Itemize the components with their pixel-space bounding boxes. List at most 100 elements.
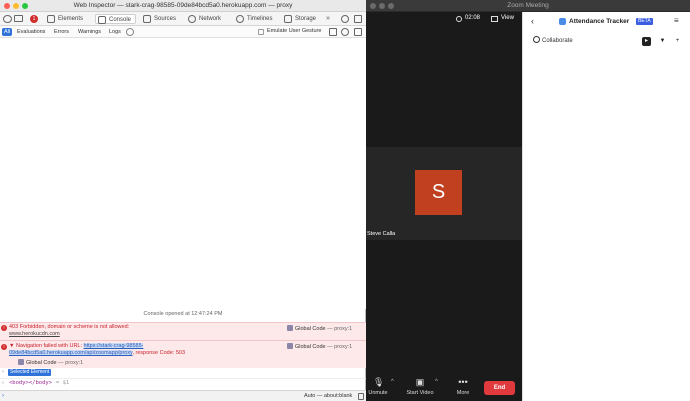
meeting-timer: 02:08 xyxy=(465,15,481,21)
source-location: — proxy:1 xyxy=(327,344,353,350)
global-code-icon xyxy=(287,343,293,349)
stack-frame[interactable]: Global Code — proxy:1 xyxy=(18,359,83,366)
collaborate-icon xyxy=(533,36,540,43)
console-input-bar[interactable]: › Auto — about:blank xyxy=(0,390,366,401)
error-icon: ! xyxy=(1,344,7,350)
start-video-label: Start Video xyxy=(406,390,434,396)
app-title: Attendance Tracker xyxy=(569,18,630,25)
camera-icon[interactable]: ▸ xyxy=(642,37,651,46)
video-options-caret-icon[interactable]: ^ xyxy=(435,379,438,385)
emulate-gesture-checkbox[interactable] xyxy=(258,29,264,35)
body-element[interactable]: <body></body> xyxy=(9,380,52,386)
error-url[interactable]: 09de84bcd5a0.herokuapp.com/api/zoomapp/p… xyxy=(9,350,133,356)
participant-avatar: S xyxy=(415,170,462,215)
filter-logs[interactable]: Logs xyxy=(107,28,123,36)
unmute-label: Unmute xyxy=(368,390,388,396)
tab-console[interactable]: Console xyxy=(95,14,137,24)
console-error-row: ! 403 Forbidden, domain or scheme is not… xyxy=(0,322,366,340)
filter-errors[interactable]: Errors xyxy=(52,28,71,36)
global-code-icon xyxy=(287,325,293,331)
start-video-button[interactable]: ▣ Start Video xyxy=(404,377,436,396)
save-log-icon[interactable] xyxy=(329,28,337,36)
add-user-icon[interactable]: + xyxy=(672,37,683,46)
tab-network[interactable]: Network xyxy=(188,14,221,24)
filter-evaluations[interactable]: Evaluations xyxy=(15,28,47,36)
console-output xyxy=(0,38,366,309)
error-source[interactable]: Global Code — proxy:1 xyxy=(287,325,352,332)
error-count-badge[interactable]: 1 xyxy=(30,15,38,23)
clear-console-icon[interactable] xyxy=(354,28,362,36)
storage-icon xyxy=(284,15,292,23)
zoom-window-title: Zoom Meeting xyxy=(507,2,549,9)
zoom-top-bar: 02:08 View xyxy=(366,12,522,28)
filter-options-icon[interactable] xyxy=(126,28,134,36)
filter-all[interactable]: All xyxy=(2,28,13,36)
microphone-muted-icon: 🎙 xyxy=(373,377,385,387)
more-dots-icon: ••• xyxy=(458,377,468,387)
end-meeting-button[interactable]: End xyxy=(484,381,515,395)
network-icon xyxy=(188,15,196,23)
beta-badge: BETA xyxy=(636,18,653,25)
execution-context-select[interactable]: Auto — about:blank xyxy=(304,393,352,399)
more-tabs-icon[interactable]: » xyxy=(326,15,330,22)
error-message: ▼ Navigation failed with URL: https://st… xyxy=(9,343,144,349)
layout-icon[interactable] xyxy=(354,15,362,23)
tab-timelines[interactable]: Timelines xyxy=(236,14,272,24)
chevron-right-icon: › xyxy=(2,369,4,375)
console-filter-bar: All Evaluations Errors Warnings Logs Emu… xyxy=(0,26,366,38)
sources-icon xyxy=(143,15,151,23)
source-label: Global Code xyxy=(295,326,326,332)
inspector-title-bar: Web Inspector — stark-crag-98585-09de84b… xyxy=(0,0,366,12)
element-picker-icon[interactable] xyxy=(3,15,12,23)
back-chevron-icon[interactable]: ‹ xyxy=(531,16,534,26)
error-icon: ! xyxy=(1,325,7,331)
console-opened-message: Console opened at 12:47:24 PM xyxy=(143,311,223,317)
audio-options-caret-icon[interactable]: ^ xyxy=(391,379,394,385)
app-logo-icon xyxy=(559,18,566,25)
collaborate-label: Collaborate xyxy=(542,38,573,44)
source-location: — proxy:1 xyxy=(327,326,353,332)
error-source[interactable]: Global Code — proxy:1 xyxy=(287,343,352,350)
global-code-icon xyxy=(18,359,24,365)
tab-label: Elements xyxy=(58,16,84,22)
inspector-title: Web Inspector — stark-crag-98585-09de84b… xyxy=(73,2,293,9)
console-result-row: ‹ <body></body> = $1 xyxy=(0,378,366,388)
selected-element-row: › Selected Element xyxy=(0,368,366,378)
settings-icon[interactable] xyxy=(341,15,349,23)
zoom-title-bar: Zoom Meeting xyxy=(366,0,690,12)
tab-label: Console xyxy=(109,17,132,23)
view-button[interactable]: View xyxy=(501,15,514,21)
error-text: Navigation failed with URL: xyxy=(15,343,84,349)
dock-icon[interactable] xyxy=(14,15,23,22)
inspector-tab-bar: 1 Elements Console Sources Network Timel… xyxy=(0,12,366,26)
more-button[interactable]: ••• More xyxy=(454,377,472,396)
result-arrow-icon: ‹ xyxy=(2,380,4,386)
unmute-button[interactable]: 🎙 Unmute xyxy=(367,377,389,396)
timelines-icon xyxy=(236,15,244,23)
error-message: 403 Forbidden, domain or scheme is not a… xyxy=(9,324,130,330)
collaborate-button[interactable]: Collaborate xyxy=(533,36,573,47)
error-url[interactable]: https://stark-crag-98585- xyxy=(83,343,144,349)
console-toggle-icon[interactable] xyxy=(358,393,364,400)
emulate-gesture-label: Emulate User Gesture xyxy=(267,28,322,34)
console-icon xyxy=(98,16,106,24)
more-label: More xyxy=(456,390,470,396)
tab-label: Timelines xyxy=(247,16,273,22)
participant-name: Steve Calla xyxy=(367,231,396,237)
filter-icon[interactable]: ▼ xyxy=(657,37,668,46)
console-error-row: ! ▼ Navigation failed with URL: https://… xyxy=(0,340,366,368)
error-text: , response Code: 503 xyxy=(132,350,186,356)
attendance-tracker-panel xyxy=(522,12,690,401)
error-url[interactable]: www.herokucdn.com xyxy=(9,331,60,338)
app-menu-icon[interactable]: ≡ xyxy=(674,16,679,25)
video-off-icon: ▣ xyxy=(415,377,425,387)
filter-warnings[interactable]: Warnings xyxy=(76,28,103,36)
view-grid-icon[interactable] xyxy=(491,16,498,22)
selected-element-badge[interactable]: Selected Element xyxy=(8,369,52,376)
error-message-cont: 09de84bcd5a0.herokuapp.com/api/zoomapp/p… xyxy=(9,350,185,357)
tab-label: Network xyxy=(199,16,222,22)
tab-sources[interactable]: Sources xyxy=(143,14,176,24)
tab-storage[interactable]: Storage xyxy=(284,14,316,24)
tab-elements[interactable]: Elements xyxy=(47,14,83,24)
reload-icon[interactable] xyxy=(341,28,349,36)
